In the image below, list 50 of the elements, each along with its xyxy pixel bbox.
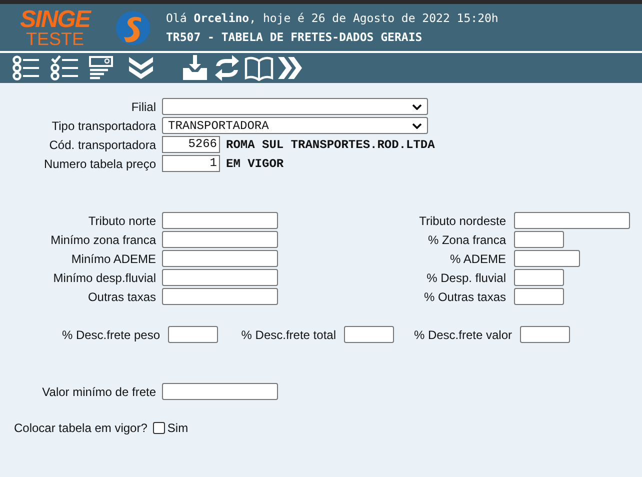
double-chevron-right-icon[interactable] bbox=[276, 55, 302, 81]
field-label: Tipo transportadora bbox=[50, 118, 157, 132]
input-field[interactable]: 5266 bbox=[162, 136, 220, 153]
input-field[interactable] bbox=[162, 269, 278, 286]
description-text: ROMA SUL TRANSPORTES.ROD.LTDA bbox=[226, 138, 435, 152]
input-field[interactable] bbox=[514, 250, 580, 267]
input-field[interactable] bbox=[344, 326, 394, 343]
field-label: % Desc.frete peso bbox=[60, 328, 161, 342]
logo-emblem-icon bbox=[114, 8, 152, 46]
field-label: Numero tabela preço bbox=[42, 156, 157, 170]
caret-icon bbox=[412, 122, 422, 128]
field-label: Outras taxas bbox=[86, 290, 157, 304]
field-label: Minímo ADEME bbox=[70, 252, 157, 266]
screen-title: TR507 - TABELA DE FRETES-DADOS GERAIS bbox=[166, 30, 424, 44]
caret-icon bbox=[412, 104, 422, 110]
dropdown-field[interactable] bbox=[162, 98, 428, 115]
field-label: Colocar tabela em vigor? bbox=[14, 421, 148, 435]
logo-subtext: TESTE bbox=[26, 30, 84, 48]
sim-checkbox[interactable]: Sim bbox=[153, 421, 188, 435]
input-field[interactable] bbox=[162, 288, 278, 305]
download-tray-icon[interactable] bbox=[180, 54, 210, 82]
field-label: % Desp. fluvial bbox=[426, 270, 507, 284]
input-field[interactable] bbox=[162, 383, 278, 400]
input-field[interactable] bbox=[514, 231, 564, 248]
input-field[interactable] bbox=[168, 326, 218, 343]
field-label: % Zona franca bbox=[426, 232, 507, 246]
field-label: Minímo desp.fluvial bbox=[52, 270, 157, 284]
input-field[interactable] bbox=[162, 231, 278, 248]
input-field[interactable] bbox=[162, 250, 278, 267]
input-field[interactable] bbox=[514, 212, 630, 229]
input-field[interactable] bbox=[162, 212, 278, 229]
input-field[interactable] bbox=[520, 326, 570, 343]
field-label: Minímo zona franca bbox=[50, 232, 157, 246]
input-field[interactable] bbox=[514, 288, 564, 305]
field-label: Tributo norte bbox=[87, 214, 157, 228]
greeting-text: Olá Orcelino, hoje é 26 de Agosto de 2022 15:20h bbox=[166, 11, 498, 25]
description-text: EM VIGOR bbox=[226, 156, 284, 170]
field-label: Valor minímo de frete bbox=[41, 384, 157, 398]
field-label: % Desc.frete valor bbox=[412, 328, 513, 342]
field-label: % ADEME bbox=[448, 252, 507, 266]
input-field[interactable]: 1 bbox=[162, 155, 220, 172]
field-label: Filial bbox=[130, 100, 157, 114]
dropdown-field[interactable]: TRANSPORTADORA bbox=[162, 117, 428, 134]
field-label: % Outras taxas bbox=[422, 290, 507, 304]
field-label: % Desc.frete total bbox=[240, 328, 337, 342]
field-label: Tributo nordeste bbox=[418, 214, 507, 228]
input-field[interactable] bbox=[514, 269, 564, 286]
field-label: Cód. transportadora bbox=[48, 138, 157, 152]
logo-text: SINGE bbox=[20, 8, 90, 32]
book-icon[interactable] bbox=[244, 55, 274, 81]
